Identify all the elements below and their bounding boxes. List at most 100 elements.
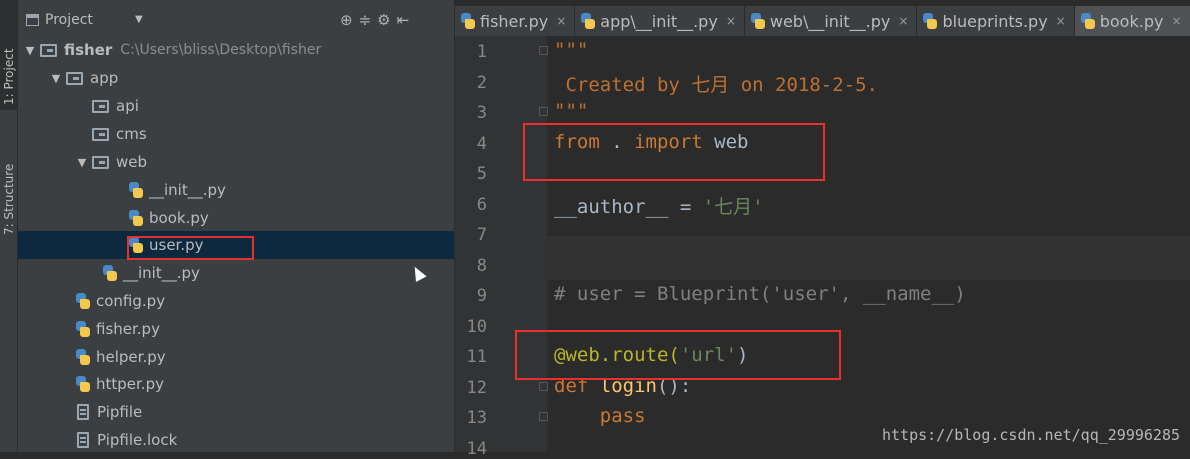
- project-panel-title: Project: [45, 12, 93, 28]
- tree-item-label: cms: [116, 125, 147, 143]
- close-icon[interactable]: ×: [726, 14, 736, 28]
- tab-fisher-py[interactable]: fisher.py ×: [455, 6, 576, 36]
- tab-label: book.py: [1099, 11, 1164, 31]
- line-number: 11: [466, 347, 487, 367]
- line-number: 1: [476, 42, 487, 62]
- python-file-icon: [129, 181, 143, 199]
- tree-item-config[interactable]: config.py: [18, 287, 454, 315]
- line-number-gutter: 1 2 3 4 5 6 7 8 9 10 11 12 13 14: [455, 36, 548, 459]
- code-line-2: Created by 七月 on 2018-2-5.: [554, 70, 878, 97]
- tree-item-pipfile-lock[interactable]: Pipfile.lock: [18, 426, 454, 452]
- tree-item-cms[interactable]: cms: [18, 120, 454, 148]
- keyword-pass: pass: [554, 405, 646, 427]
- comment: # user = Blueprint('user', __name__): [554, 283, 966, 305]
- tree-item-label: book.py: [149, 209, 209, 227]
- string-literal: '七月': [702, 196, 764, 218]
- tree-item-web[interactable]: ▼ web: [18, 148, 454, 176]
- tool-window-strip: 1: Project 7: Structure: [0, 0, 18, 452]
- editor-tab-bar: fisher.py × app\__init__.py × web\__init…: [455, 6, 1190, 36]
- code-line-1: """: [554, 39, 588, 61]
- tree-item-label: httper.py: [96, 375, 164, 393]
- tree-item-pipfile[interactable]: Pipfile: [18, 398, 454, 426]
- tree-item-label: app: [90, 69, 119, 87]
- python-file-icon: [923, 13, 938, 29]
- tab-label: fisher.py: [480, 11, 549, 31]
- python-file-icon: [750, 13, 765, 29]
- folder-icon: [92, 99, 109, 113]
- highlight-box: [515, 330, 841, 380]
- project-tool-tab[interactable]: 1: Project: [0, 0, 17, 110]
- code-text: __author__ =: [554, 196, 703, 218]
- settings-gear-icon[interactable]: ⚙: [377, 11, 390, 29]
- code-line-9: # user = Blueprint('user', __name__): [554, 283, 966, 305]
- tree-item-fisher-py[interactable]: fisher.py: [18, 315, 454, 343]
- line-number: 3: [476, 103, 487, 123]
- panel-toolbar: ⊕ ≑ ⚙ ⇤: [340, 11, 409, 29]
- project-panel: Project ▼ ⊕ ≑ ⚙ ⇤ ▼ fisher C:\Users\blis…: [18, 0, 454, 452]
- tree-item-label: Pipfile: [97, 403, 143, 421]
- tree-item-label: config.py: [96, 292, 166, 310]
- line-number: 13: [466, 408, 487, 428]
- hide-panel-icon[interactable]: ⇤: [397, 11, 410, 29]
- docstring-quote: """: [554, 39, 589, 61]
- close-icon[interactable]: ×: [556, 14, 566, 28]
- tree-item-label: web: [116, 153, 148, 171]
- project-panel-header: Project ▼ ⊕ ≑ ⚙ ⇤: [18, 6, 454, 36]
- text-file-icon: [77, 432, 89, 448]
- close-icon[interactable]: ×: [898, 14, 908, 28]
- tree-item-book[interactable]: book.py: [18, 204, 454, 232]
- project-view-selector[interactable]: Project: [26, 12, 93, 28]
- expand-arrow-icon[interactable]: ▼: [50, 72, 62, 85]
- tree-item-httper[interactable]: httper.py: [18, 370, 454, 398]
- tab-web-init[interactable]: web\__init__.py ×: [745, 6, 918, 36]
- tree-item-label: __init__.py: [149, 181, 226, 199]
- triangle-down-icon[interactable]: ▼: [135, 14, 143, 25]
- scroll-from-source-icon[interactable]: ⊕: [340, 11, 353, 29]
- text-file-icon: [77, 404, 89, 420]
- line-number: 5: [476, 164, 487, 184]
- line-number: 9: [476, 286, 487, 306]
- folder-icon: [66, 71, 83, 85]
- line-number: 12: [466, 378, 487, 398]
- python-file-icon: [76, 348, 90, 366]
- tree-item-label: __init__.py: [123, 264, 200, 282]
- folder-icon: [92, 127, 109, 141]
- highlight-box: [127, 236, 254, 260]
- code-editor: fisher.py × app\__init__.py × web\__init…: [455, 0, 1190, 459]
- tree-item-fisher[interactable]: ▼ fisher C:\Users\bliss\Desktop\fisher: [18, 36, 454, 64]
- line-number: 2: [476, 73, 487, 93]
- tree-item-api[interactable]: api: [18, 92, 454, 120]
- highlight-box: [523, 123, 825, 181]
- collapse-all-icon[interactable]: ≑: [359, 11, 372, 29]
- python-file-icon: [76, 375, 90, 393]
- folder-icon: [92, 155, 109, 169]
- structure-tool-tab[interactable]: 7: Structure: [0, 135, 17, 240]
- tree-item-helper[interactable]: helper.py: [18, 343, 454, 371]
- line-number: 8: [476, 256, 487, 276]
- code-area[interactable]: """ Created by 七月 on 2018-2-5. """ from …: [547, 36, 1190, 452]
- python-file-icon: [103, 264, 117, 282]
- python-file-icon: [76, 292, 90, 310]
- tab-book[interactable]: book.py ×: [1074, 6, 1190, 36]
- tree-item-label: fisher: [64, 41, 113, 59]
- line-number: 6: [476, 195, 487, 215]
- docstring-quote: """: [554, 100, 589, 122]
- watermark-text: https://blog.csdn.net/qq_29996285: [881, 426, 1180, 444]
- tab-blueprints[interactable]: blueprints.py ×: [917, 6, 1075, 36]
- current-line-highlight: [547, 236, 1190, 280]
- close-icon[interactable]: ×: [1056, 14, 1066, 28]
- tree-item-web-init[interactable]: __init__.py: [18, 176, 454, 204]
- line-number: 14: [466, 439, 487, 459]
- expand-arrow-icon[interactable]: ▼: [76, 156, 88, 169]
- python-file-icon: [461, 13, 475, 29]
- python-file-icon: [581, 13, 596, 29]
- close-icon[interactable]: ×: [1171, 14, 1181, 28]
- python-file-icon: [129, 209, 143, 227]
- tree-item-label: helper.py: [96, 348, 166, 366]
- tree-item-app[interactable]: ▼ app: [18, 64, 454, 92]
- tab-app-init[interactable]: app\__init__.py ×: [575, 6, 745, 36]
- expand-arrow-icon[interactable]: ▼: [24, 44, 36, 57]
- tree-item-app-init[interactable]: __init__.py: [18, 259, 454, 287]
- line-number: 4: [476, 134, 487, 154]
- tab-label: blueprints.py: [942, 11, 1048, 31]
